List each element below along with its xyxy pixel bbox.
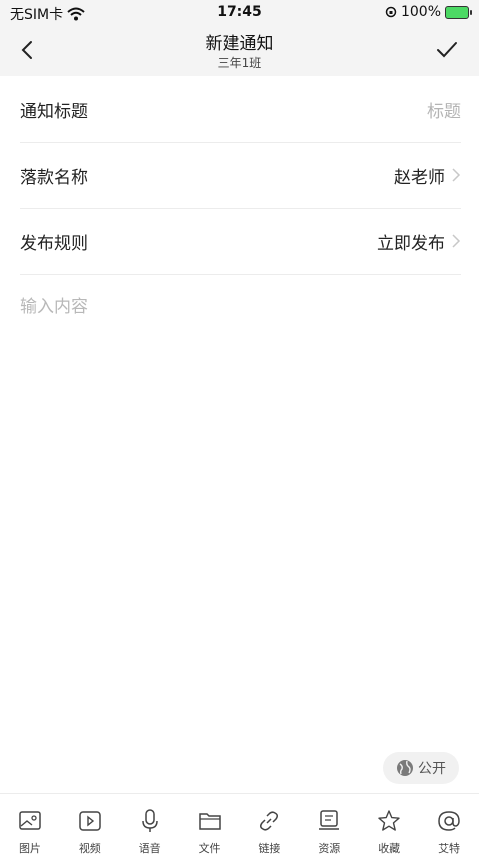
notice-title-input[interactable]: 标题 <box>427 97 461 122</box>
chevron-right-icon <box>452 234 461 248</box>
battery-percent: 100% <box>400 4 441 20</box>
tool-voice-label: 语音 <box>138 842 161 855</box>
tool-link[interactable]: 链接 <box>244 794 294 866</box>
tool-video-label: 视频 <box>78 842 101 855</box>
tool-file[interactable]: 文件 <box>185 794 235 866</box>
navigation-bar: 新建通知 三年1班 <box>0 26 479 76</box>
at-icon <box>438 811 460 831</box>
image-icon <box>19 811 41 830</box>
notice-title-label: 通知标题 <box>20 101 88 122</box>
tool-file-label: 文件 <box>198 842 221 855</box>
microphone-icon <box>141 809 158 832</box>
video-icon <box>79 811 101 831</box>
tool-image-label: 图片 <box>18 842 41 855</box>
tool-video[interactable]: 视频 <box>65 794 115 866</box>
signature-value: 赵老师 <box>394 167 445 188</box>
signature-value-group: 赵老师 <box>394 163 461 188</box>
tool-favorite[interactable]: 收藏 <box>364 794 414 866</box>
status-right: 100% <box>385 4 472 20</box>
public-label: 公开 <box>418 761 446 777</box>
star-icon <box>378 810 400 831</box>
status-bar: 无SIM卡 17:45 100% <box>0 0 479 26</box>
confirm-check-icon[interactable] <box>433 36 461 64</box>
signature-label: 落款名称 <box>20 167 88 188</box>
orientation-lock-icon <box>385 6 397 18</box>
public-visibility-button[interactable]: 公开 <box>383 752 459 784</box>
tool-mention[interactable]: 艾特 <box>424 794 474 866</box>
chevron-right-icon <box>452 168 461 182</box>
globe-icon <box>397 760 413 776</box>
folder-icon <box>198 813 221 830</box>
notice-title-row[interactable]: 通知标题 标题 <box>20 76 461 143</box>
tool-resource[interactable]: 资源 <box>304 794 354 866</box>
content-input[interactable]: 输入内容 <box>20 292 88 317</box>
publish-rule-row[interactable]: 发布规则 立即发布 <box>20 208 461 275</box>
signature-row[interactable]: 落款名称 赵老师 <box>20 142 461 209</box>
resource-icon <box>319 810 340 830</box>
tool-image[interactable]: 图片 <box>5 794 55 866</box>
publish-rule-value: 立即发布 <box>377 233 445 254</box>
tool-link-label: 链接 <box>258 842 281 855</box>
battery-icon <box>445 5 472 19</box>
tool-resource-label: 资源 <box>318 842 341 855</box>
tool-mention-label: 艾特 <box>438 842 461 855</box>
page-title: 新建通知 <box>205 34 274 54</box>
publish-rule-value-group: 立即发布 <box>377 229 461 254</box>
page-subtitle: 三年1班 <box>217 56 262 70</box>
bottom-toolbar: 图片 视频 语音 文件 链接 资源 收藏 艾特 <box>0 793 479 866</box>
tool-voice[interactable]: 语音 <box>125 794 175 866</box>
tool-favorite-label: 收藏 <box>378 842 401 855</box>
link-icon <box>260 811 279 831</box>
publish-rule-label: 发布规则 <box>20 233 88 254</box>
